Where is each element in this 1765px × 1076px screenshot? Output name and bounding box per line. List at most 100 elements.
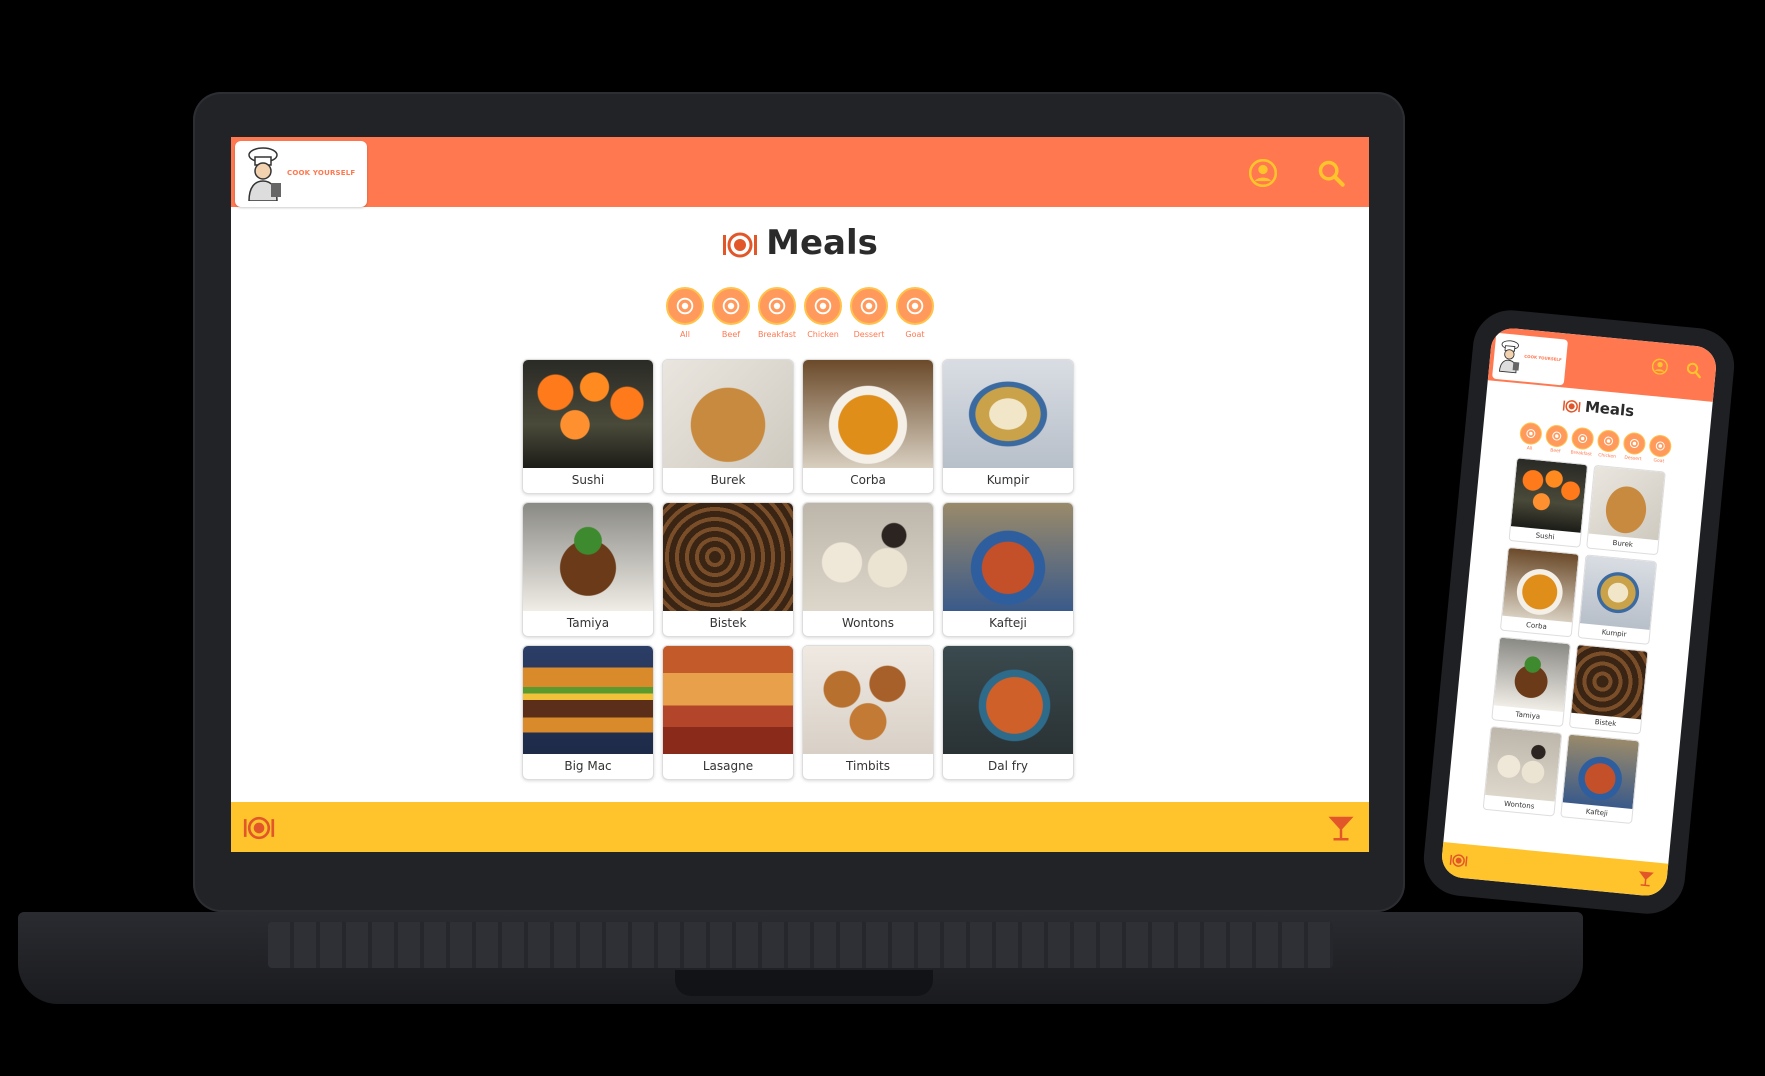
- phone-footer: [1440, 842, 1669, 898]
- laptop-screen: COOK YOURSELF Meals All Beef Breakfast Chic…: [231, 137, 1369, 852]
- cocktail-icon[interactable]: [1636, 869, 1656, 889]
- meal-card[interactable]: Dal fry: [942, 645, 1074, 780]
- meal-card[interactable]: Big Mac: [522, 645, 654, 780]
- chef-logo-icon: [1495, 337, 1524, 375]
- meal-image: [1571, 645, 1648, 720]
- meal-card[interactable]: Tamiya: [1491, 636, 1571, 727]
- meal-image: [663, 503, 793, 611]
- cake-icon: [850, 287, 888, 325]
- goat-icon: [896, 287, 934, 325]
- phone-screen: COOK YOURSELF Meals All Beef Breakfast Chic…: [1440, 326, 1718, 898]
- category-label: Chicken: [807, 330, 839, 339]
- cow-icon: [1544, 424, 1569, 449]
- app-header: COOK YOURSELF: [231, 137, 1369, 207]
- search-icon[interactable]: [1685, 361, 1702, 378]
- category-label: All: [1526, 446, 1533, 452]
- meal-image: [523, 503, 653, 611]
- meal-card[interactable]: Sushi: [1508, 457, 1589, 548]
- category-label: All: [680, 330, 690, 339]
- meal-card[interactable]: Burek: [1586, 464, 1666, 556]
- laptop-keyboard: [268, 922, 1333, 968]
- meal-image: [943, 360, 1073, 468]
- plate-icon: [1518, 421, 1543, 446]
- cocktail-icon[interactable]: [1325, 813, 1357, 843]
- category-label: Beef: [721, 330, 741, 339]
- category-dessert[interactable]: Dessert: [1621, 431, 1648, 462]
- meal-card[interactable]: Wontons: [802, 502, 934, 637]
- category-chicken[interactable]: Chicken: [1595, 429, 1622, 460]
- phone-app-logo[interactable]: COOK YOURSELF: [1491, 332, 1569, 386]
- meal-image: [803, 360, 933, 468]
- category-all[interactable]: All: [665, 287, 705, 339]
- category-label: Dessert: [1624, 455, 1642, 463]
- meal-card[interactable]: Wontons: [1482, 726, 1563, 817]
- meal-card[interactable]: Kafteji: [1560, 733, 1640, 825]
- category-chicken[interactable]: Chicken: [803, 287, 843, 339]
- meal-card[interactable]: Kumpir: [942, 359, 1074, 494]
- search-icon[interactable]: [1317, 159, 1345, 187]
- meals-icon[interactable]: [243, 813, 275, 843]
- meal-name: Bistek: [709, 616, 747, 630]
- meal-image: [1502, 547, 1579, 623]
- meals-icon[interactable]: [1449, 851, 1469, 871]
- phone-logo-text: COOK YOURSELF: [1524, 353, 1562, 363]
- category-goat[interactable]: Goat: [1647, 434, 1674, 465]
- category-breakfast[interactable]: Breakfast: [1569, 426, 1596, 457]
- meal-card[interactable]: Lasagne: [662, 645, 794, 780]
- breakfast-icon: [1570, 426, 1595, 451]
- meal-name: Lasagne: [702, 759, 754, 773]
- chef-logo-icon: [241, 147, 285, 201]
- user-icon[interactable]: [1651, 358, 1668, 375]
- category-label: Goat: [1653, 458, 1665, 465]
- meals-grid: Sushi Burek Corba Kumpir Tamiya Bistek Wontons…: [522, 359, 1074, 780]
- meal-name: Wontons: [841, 616, 894, 630]
- meal-card[interactable]: Burek: [662, 359, 794, 494]
- meal-name: Dal fry: [987, 759, 1028, 773]
- category-label: Dessert: [853, 330, 885, 339]
- phone-meals-grid: Sushi Burek Corba Kumpir Tamiya Bistek Wontons…: [1482, 457, 1666, 825]
- meal-image: [803, 646, 933, 754]
- category-goat[interactable]: Goat: [895, 287, 935, 339]
- meal-image: [1588, 465, 1665, 541]
- goat-icon: [1648, 434, 1673, 459]
- meal-name: Timbits: [846, 759, 890, 773]
- category-dessert[interactable]: Dessert: [849, 287, 889, 339]
- meal-card[interactable]: Corba: [802, 359, 934, 494]
- meal-card[interactable]: Tamiya: [522, 502, 654, 637]
- chicken-icon: [804, 287, 842, 325]
- meal-image: [1510, 458, 1588, 533]
- meal-card[interactable]: Sushi: [522, 359, 654, 494]
- category-beef[interactable]: Beef: [711, 287, 751, 339]
- category-filter: All Beef Breakfast Chicken Dessert Goat: [231, 287, 1369, 339]
- category-all[interactable]: All: [1517, 421, 1544, 452]
- phone-frame: COOK YOURSELF Meals All Beef Breakfast Chic…: [1420, 306, 1738, 918]
- category-label: Breakfast: [757, 330, 797, 339]
- category-breakfast[interactable]: Breakfast: [757, 287, 797, 339]
- meal-image: [1579, 555, 1657, 630]
- meal-image: [1562, 734, 1639, 810]
- meal-image: [1493, 637, 1570, 712]
- phone-header: COOK YOURSELF: [1487, 326, 1718, 402]
- meal-card[interactable]: Bistek: [662, 502, 794, 637]
- meal-image: [523, 360, 653, 468]
- meal-card[interactable]: Bistek: [1568, 643, 1649, 735]
- plate-icon: [1562, 398, 1581, 414]
- meal-image: [663, 360, 793, 468]
- meal-card[interactable]: Timbits: [802, 645, 934, 780]
- meal-card[interactable]: Corba: [1499, 546, 1580, 638]
- plate-icon: [666, 287, 704, 325]
- page-title: Meals: [231, 223, 1369, 263]
- meal-card[interactable]: Kafteji: [942, 502, 1074, 637]
- meal-card[interactable]: Kumpir: [1577, 554, 1658, 645]
- cow-icon: [712, 287, 750, 325]
- user-icon[interactable]: [1249, 159, 1277, 187]
- app-footer: [231, 802, 1369, 852]
- category-beef[interactable]: Beef: [1543, 424, 1570, 455]
- category-label: Beef: [1549, 448, 1561, 455]
- meal-image: [663, 646, 793, 754]
- plate-icon: [722, 232, 758, 258]
- meal-name: Big Mac: [564, 759, 612, 773]
- category-label: Breakfast: [1570, 450, 1593, 458]
- app-logo[interactable]: COOK YOURSELF: [235, 141, 367, 207]
- logo-text: COOK YOURSELF: [287, 169, 356, 177]
